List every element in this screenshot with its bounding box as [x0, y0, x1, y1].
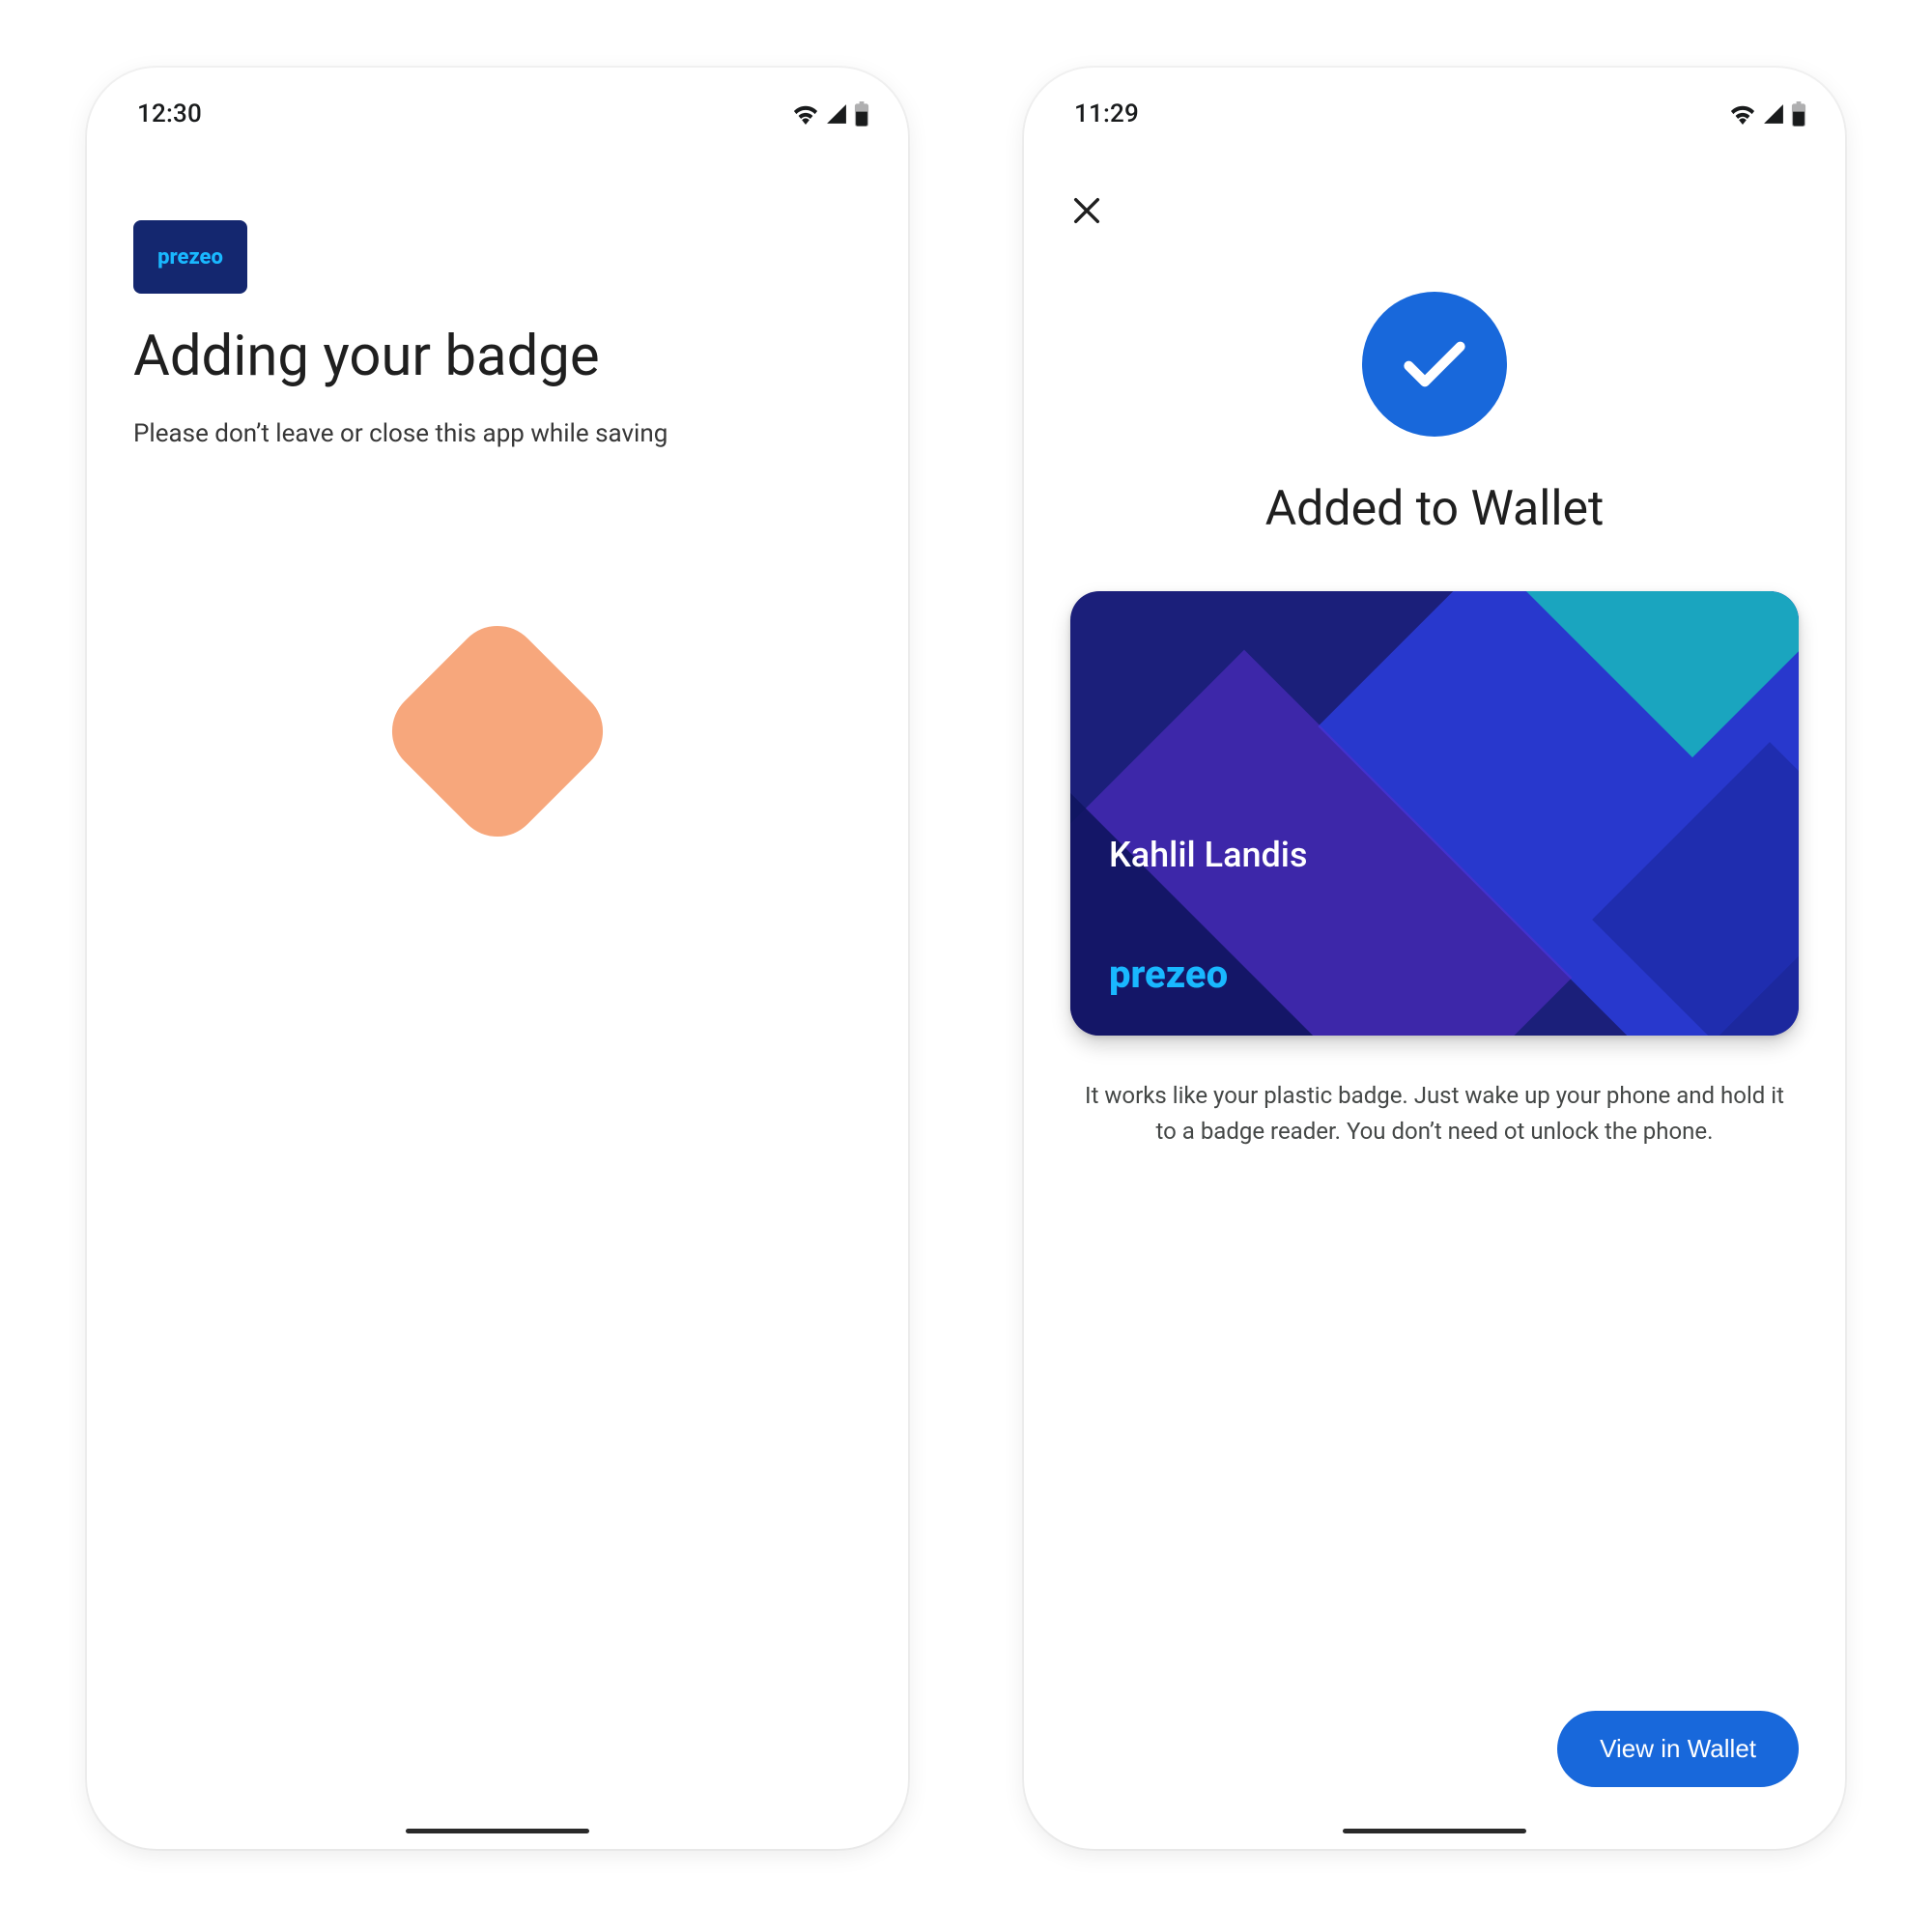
view-in-wallet-button[interactable]: View in Wallet	[1557, 1711, 1799, 1787]
success-check-icon	[1362, 292, 1507, 437]
page-subtitle: Please don’t leave or close this app whi…	[133, 416, 862, 451]
nav-handle[interactable]	[1343, 1829, 1526, 1833]
close-icon[interactable]	[1070, 194, 1103, 227]
status-bar: 11:29	[1024, 85, 1845, 143]
loading-indicator	[375, 609, 621, 855]
battery-icon	[1791, 101, 1806, 127]
wallet-badge-card[interactable]: Kahlil Landis prezeo	[1070, 591, 1799, 1036]
status-time: 11:29	[1074, 99, 1139, 128]
phone-adding-badge: 12:30 prezeo Adding your badge Please do…	[87, 68, 908, 1849]
nav-handle[interactable]	[406, 1829, 589, 1833]
card-brand-text: prezeo	[1109, 952, 1228, 997]
status-icons	[1729, 101, 1806, 127]
cell-signal-icon	[825, 103, 848, 125]
cell-signal-icon	[1762, 103, 1785, 125]
brand-chip-text: prezeo	[157, 245, 223, 270]
wifi-icon	[1729, 103, 1756, 125]
status-time: 12:30	[137, 99, 202, 128]
page-title: Added to Wallet	[1070, 481, 1799, 537]
status-bar: 12:30	[87, 85, 908, 143]
phone-added-to-wallet: 11:29 Added to Wallet Kahlil Land	[1024, 68, 1845, 1849]
page-title: Adding your badge	[133, 325, 862, 389]
cardholder-name: Kahlil Landis	[1109, 835, 1308, 875]
brand-chip: prezeo	[133, 220, 247, 294]
info-text: It works like your plastic badge. Just w…	[1070, 1078, 1799, 1150]
wifi-icon	[792, 103, 819, 125]
battery-icon	[854, 101, 869, 127]
status-icons	[792, 101, 869, 127]
